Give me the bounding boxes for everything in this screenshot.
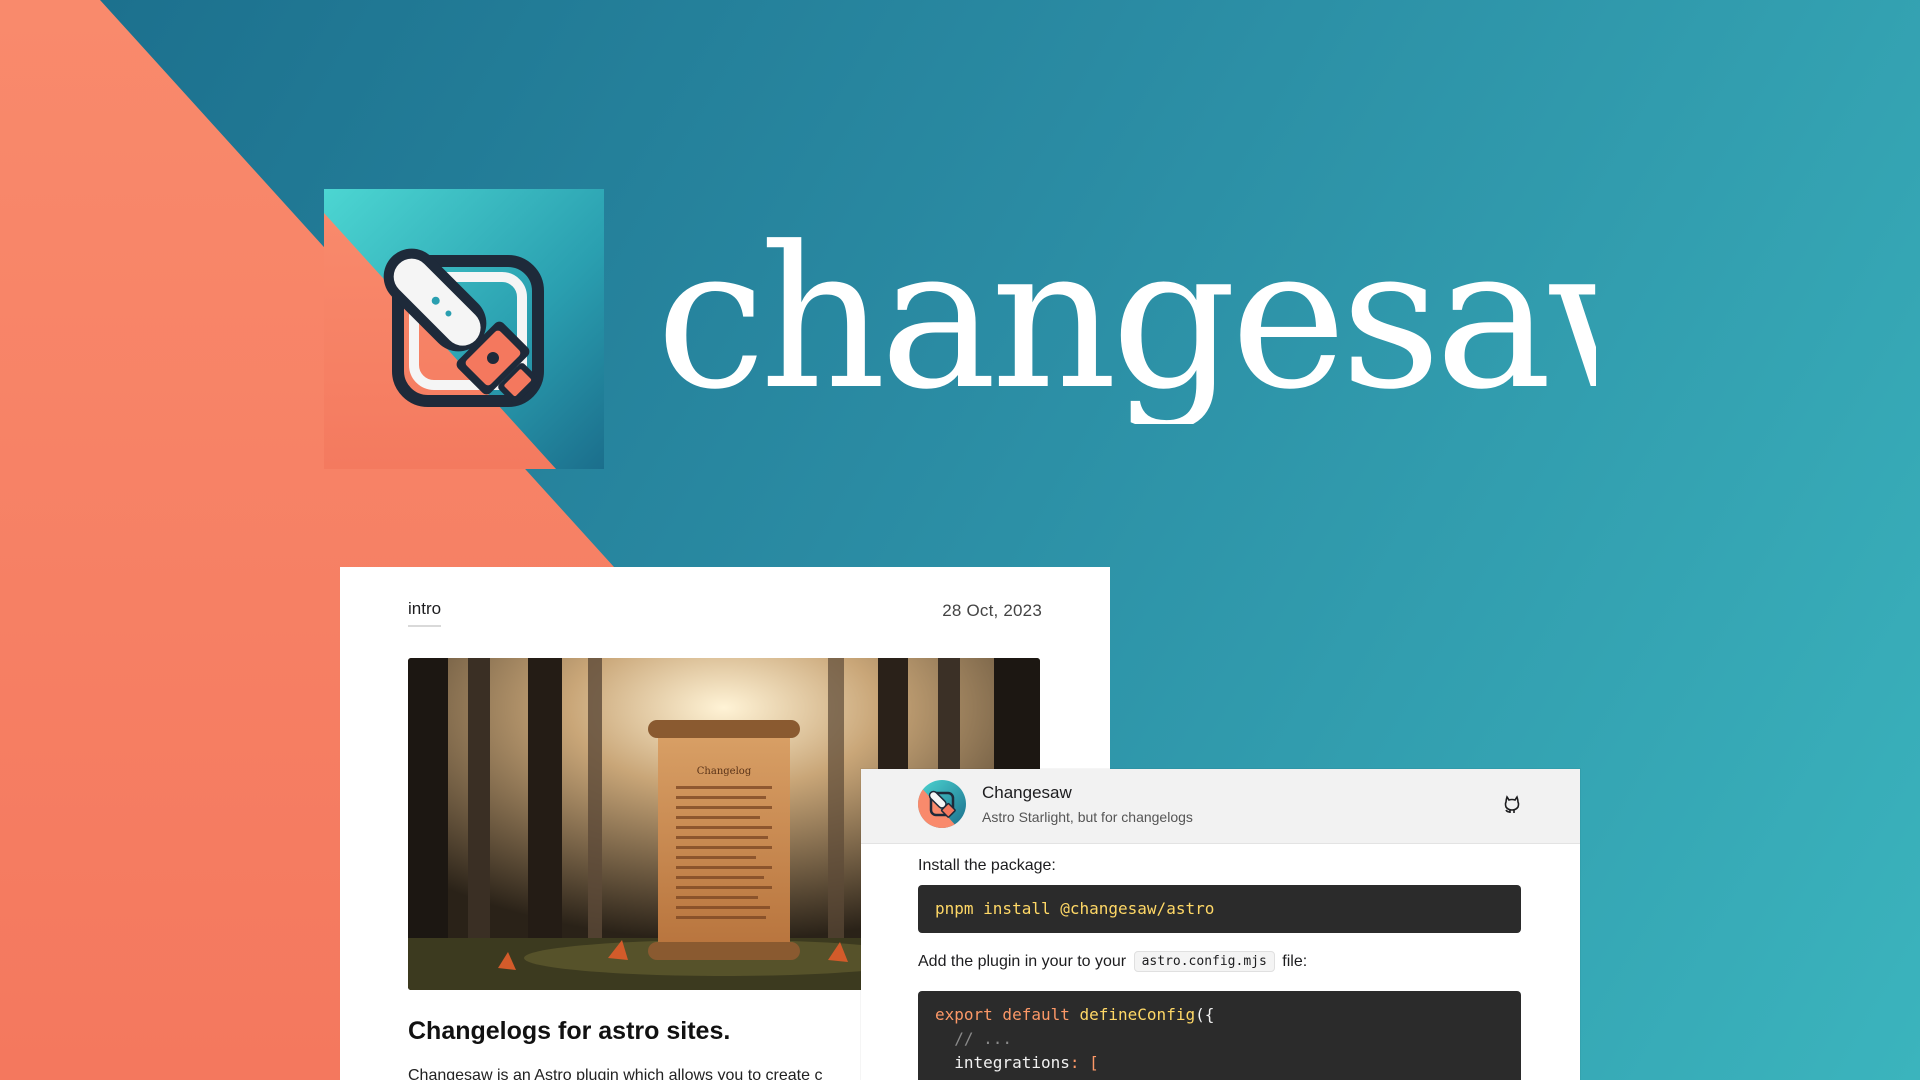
config-code-block[interactable]: export default defineConfig({ // ... int… <box>918 991 1521 1080</box>
code-token-rest: install @changesaw/astro <box>973 899 1215 918</box>
code-token-paren: ({ <box>1195 1005 1215 1024</box>
chainsaw-pencil-icon <box>324 189 604 469</box>
brand-wordmark: changesaw <box>656 214 1596 424</box>
plugin-text-after: file: <box>1282 953 1308 970</box>
site-subtitle: Astro Starlight, but for changelogs <box>982 809 1193 825</box>
code-token-cmd: pnpm <box>935 899 974 918</box>
post-date: 28 Oct, 2023 <box>942 601 1042 620</box>
code-token-defineconfig: defineConfig <box>1069 1005 1196 1024</box>
code-line-2: // ... <box>935 1029 1013 1048</box>
site-title[interactable]: Changesaw <box>982 783 1072 803</box>
github-icon[interactable] <box>1501 794 1523 816</box>
install-code-block[interactable]: pnpm install @changesaw/astro <box>918 885 1521 933</box>
install-instruction: Install the package: <box>918 857 1056 874</box>
docs-header: Changesaw Astro Starlight, but for chang… <box>861 769 1580 844</box>
post-heading: Changelogs for astro sites. <box>408 1017 731 1045</box>
code-token-export: export default <box>935 1005 1070 1024</box>
config-filename-code: astro.config.mjs <box>1133 951 1275 972</box>
scroll-heading-text: Changelog <box>697 766 752 777</box>
plugin-text-before: Add the plugin in your to your <box>918 953 1127 970</box>
tag-link-intro[interactable]: intro <box>408 599 442 627</box>
plugin-instruction: Add the plugin in your to your astro.con… <box>918 951 1307 972</box>
logo-tile <box>324 189 604 469</box>
code-line-1: export default defineConfig({ <box>935 1003 1504 1027</box>
code-token-integrations: integrations <box>935 1053 1070 1072</box>
docs-card: Changesaw Astro Starlight, but for chang… <box>861 769 1580 1080</box>
code-token-bracket: : [ <box>1069 1053 1099 1072</box>
site-logo-icon[interactable] <box>918 780 966 828</box>
code-line-3: integrations: [ <box>935 1051 1504 1075</box>
